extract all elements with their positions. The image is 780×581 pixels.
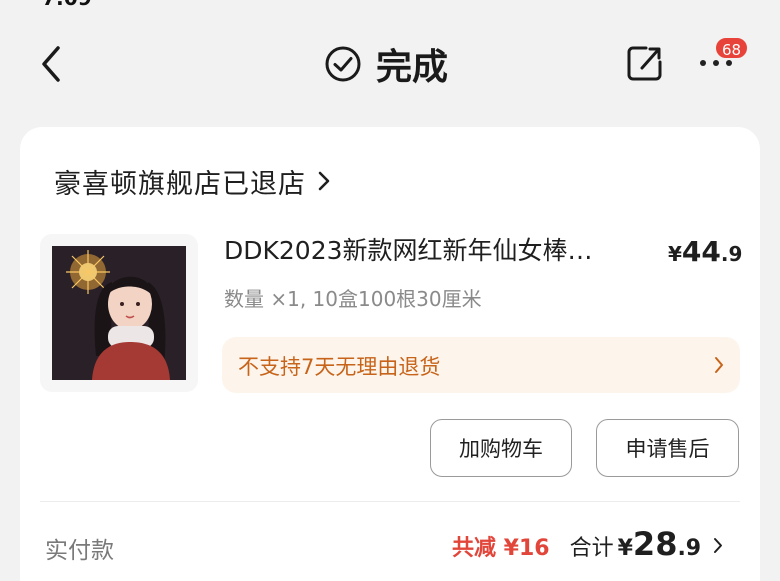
product-title[interactable]: DDK2023新款网红新年仙女棒…	[224, 231, 644, 267]
page-title: 完成	[376, 47, 449, 88]
product-thumbnail[interactable]	[40, 234, 198, 392]
chevron-right-icon	[714, 537, 723, 553]
store-name: 豪喜顿旗舰店已退店	[54, 168, 306, 200]
discount-amount: 共减 ¥16	[452, 536, 550, 561]
product-spec: 数量 ×1, 10盒100根30厘米	[224, 287, 482, 311]
share-icon	[627, 46, 662, 81]
status-bar: 7:09	[0, 0, 780, 10]
total-decimal: .9	[677, 536, 702, 561]
notification-badge: 68	[714, 36, 750, 60]
share-button[interactable]	[624, 42, 666, 84]
page-title-group: 完成	[324, 42, 448, 88]
store-link[interactable]: 豪喜顿旗舰店已退店	[54, 161, 332, 201]
divider	[40, 501, 740, 502]
total-label: 合计	[569, 536, 614, 561]
return-policy-notice[interactable]: 不支持7天无理由退货	[222, 337, 740, 393]
add-to-cart-button[interactable]: 加购物车	[430, 419, 572, 477]
product-price: ¥44.9	[668, 235, 758, 268]
status-time: 7:09	[42, 0, 92, 10]
payment-label: 实付款	[45, 538, 114, 564]
price-currency: ¥	[668, 242, 682, 266]
chevron-right-icon	[715, 357, 723, 373]
nav-bar: 完成 68	[0, 28, 780, 100]
return-policy-text: 不支持7天无理由退货	[238, 355, 441, 379]
product-image	[52, 246, 186, 380]
chevron-right-icon	[318, 171, 330, 191]
more-button[interactable]: 68	[696, 36, 750, 88]
back-button[interactable]	[36, 40, 72, 88]
total-integer: 28	[632, 525, 678, 563]
more-dots-icon	[700, 60, 732, 66]
price-integer: 44	[681, 235, 721, 268]
order-card: 豪喜顿旗舰店已退店 DDK2023新款网红新年仙女棒… ¥44.9 数量 ×1,…	[20, 127, 760, 581]
back-arrow-icon	[42, 46, 60, 82]
payment-summary[interactable]: 共减 ¥16 合计 ¥28.9	[452, 525, 723, 565]
price-decimal: .9	[720, 242, 743, 266]
after-sale-button[interactable]: 申请售后	[596, 419, 739, 477]
total-currency: ¥	[617, 536, 633, 561]
check-circle-icon	[325, 46, 361, 82]
